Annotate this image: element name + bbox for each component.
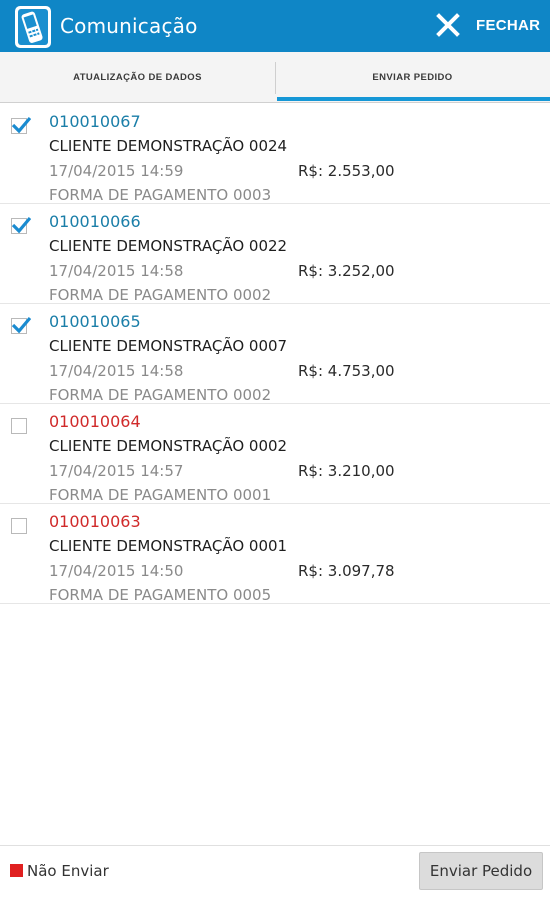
tab-bar: ATUALIZAÇÃO DE DADOS ENVIAR PEDIDO — [0, 52, 550, 103]
order-checkbox[interactable] — [11, 116, 31, 134]
order-datetime: 17/04/2015 14:57 — [49, 462, 184, 480]
tab-data-update[interactable]: ATUALIZAÇÃO DE DADOS — [0, 52, 275, 103]
order-amount: R$: 3.097,78 — [298, 562, 395, 580]
order-client: CLIENTE DEMONSTRAÇÃO 0007 — [49, 337, 288, 355]
order-payment: FORMA DE PAGAMENTO 0002 — [49, 286, 272, 304]
orders-list: 010010067 CLIENTE DEMONSTRAÇÃO 0024 17/0… — [0, 104, 550, 604]
order-checkbox[interactable] — [11, 418, 27, 434]
order-row[interactable]: 010010066 CLIENTE DEMONSTRAÇÃO 0022 17/0… — [0, 204, 550, 304]
order-client: CLIENTE DEMONSTRAÇÃO 0002 — [49, 437, 288, 455]
order-payment: FORMA DE PAGAMENTO 0003 — [49, 186, 272, 204]
order-payment: FORMA DE PAGAMENTO 0005 — [49, 586, 272, 604]
footer-bar: Não Enviar Enviar Pedido — [0, 845, 550, 900]
order-datetime: 17/04/2015 14:59 — [49, 162, 184, 180]
close-icon — [436, 13, 460, 37]
order-row[interactable]: 010010064 CLIENTE DEMONSTRAÇÃO 0002 17/0… — [0, 404, 550, 504]
order-row[interactable]: 010010063 CLIENTE DEMONSTRAÇÃO 0001 17/0… — [0, 504, 550, 604]
order-client: CLIENTE DEMONSTRAÇÃO 0022 — [49, 237, 288, 255]
not-send-legend-label: Não Enviar — [27, 862, 109, 880]
order-code: 010010066 — [49, 212, 141, 231]
order-row[interactable]: 010010067 CLIENTE DEMONSTRAÇÃO 0024 17/0… — [0, 104, 550, 204]
order-datetime: 17/04/2015 14:58 — [49, 362, 184, 380]
order-checkbox[interactable] — [11, 518, 27, 534]
order-checkbox[interactable] — [11, 316, 31, 334]
handheld-device-icon — [13, 6, 53, 48]
order-client: CLIENTE DEMONSTRAÇÃO 0024 — [49, 137, 288, 155]
order-amount: R$: 3.252,00 — [298, 262, 395, 280]
order-amount: R$: 3.210,00 — [298, 462, 395, 480]
page-title: Comunicação — [60, 14, 198, 38]
order-row[interactable]: 010010065 CLIENTE DEMONSTRAÇÃO 0007 17/0… — [0, 304, 550, 404]
order-code: 010010065 — [49, 312, 141, 331]
close-button[interactable]: FECHAR — [430, 0, 550, 52]
app-bar: Comunicação FECHAR — [0, 0, 550, 52]
order-payment: FORMA DE PAGAMENTO 0001 — [49, 486, 272, 504]
tab-send-order[interactable]: ENVIAR PEDIDO — [275, 52, 550, 103]
order-code: 010010063 — [49, 512, 141, 531]
order-payment: FORMA DE PAGAMENTO 0002 — [49, 386, 272, 404]
order-datetime: 17/04/2015 14:58 — [49, 262, 184, 280]
send-order-button[interactable]: Enviar Pedido — [419, 852, 543, 890]
order-checkbox[interactable] — [11, 216, 31, 234]
order-code: 010010064 — [49, 412, 141, 431]
order-code: 010010067 — [49, 112, 141, 131]
not-send-swatch — [10, 864, 23, 877]
order-amount: R$: 2.553,00 — [298, 162, 395, 180]
order-client: CLIENTE DEMONSTRAÇÃO 0001 — [49, 537, 288, 555]
order-amount: R$: 4.753,00 — [298, 362, 395, 380]
tab-selected-indicator — [277, 97, 550, 101]
order-datetime: 17/04/2015 14:50 — [49, 562, 184, 580]
close-label: FECHAR — [476, 17, 541, 34]
